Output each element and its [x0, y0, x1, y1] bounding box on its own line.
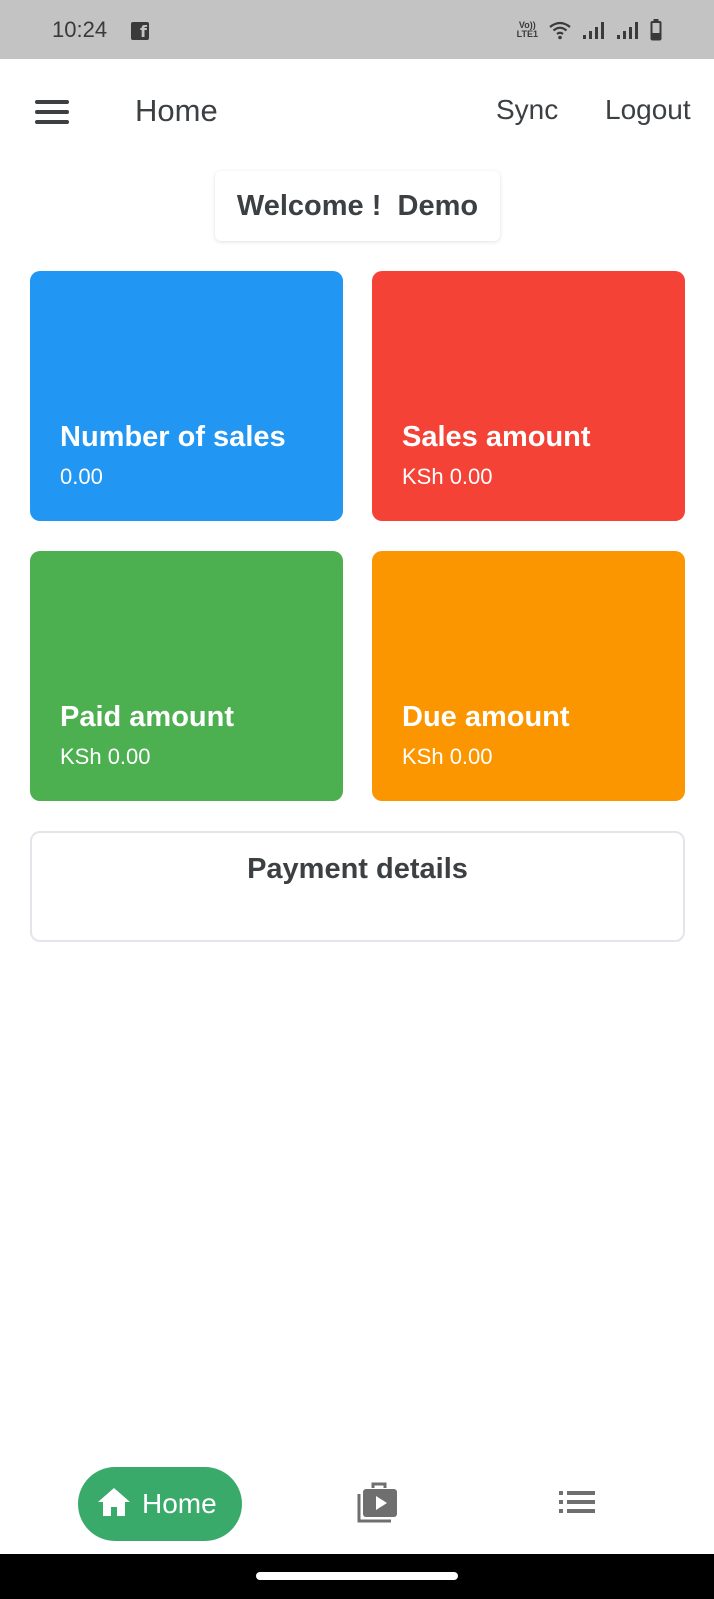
bottom-nav: Home [0, 1450, 714, 1554]
logout-button[interactable]: Logout [605, 94, 691, 126]
signal-icon [582, 20, 606, 40]
facebook-icon: f [131, 22, 149, 41]
status-time: 10:24 [52, 17, 108, 42]
wifi-icon [548, 20, 572, 40]
list-icon[interactable] [559, 1489, 595, 1520]
app-bar: Home Sync Logout [0, 59, 714, 165]
card-value: 0.00 [60, 464, 103, 489]
card-title: Paid amount [60, 701, 235, 733]
payment-details-panel: Payment details [30, 831, 685, 942]
nav-home-button[interactable]: Home [78, 1467, 242, 1541]
page-title: Home [135, 93, 218, 128]
volte-indicator: Vo)) LTE1 [517, 21, 538, 39]
card-value: KSh 0.00 [402, 744, 493, 769]
card-value: KSh 0.00 [402, 464, 493, 489]
card-title: Number of sales [60, 421, 286, 453]
home-icon [96, 1486, 132, 1523]
battery-icon [650, 19, 662, 41]
status-bar: 10:24 f Vo)) LTE1 [0, 0, 714, 59]
sync-button[interactable]: Sync [496, 94, 558, 126]
signal-icon-2 [616, 20, 640, 40]
card-title: Sales amount [402, 421, 591, 453]
paid-amount-card[interactable]: Paid amount KSh 0.00 [30, 551, 343, 801]
products-icon[interactable] [357, 1482, 401, 1529]
payment-details-title: Payment details [247, 853, 468, 885]
card-title: Due amount [402, 701, 570, 733]
sales-count-card[interactable]: Number of sales 0.00 [30, 271, 343, 521]
volte-bottom: LTE1 [516, 29, 538, 39]
due-amount-card[interactable]: Due amount KSh 0.00 [372, 551, 685, 801]
sales-amount-card[interactable]: Sales amount KSh 0.00 [372, 271, 685, 521]
card-value: KSh 0.00 [60, 744, 151, 769]
gesture-home-handle[interactable] [256, 1572, 458, 1580]
welcome-banner: Welcome ! Demo [215, 171, 500, 241]
menu-icon[interactable] [35, 100, 69, 124]
status-icons: Vo)) LTE1 [517, 16, 662, 44]
system-nav-bar [0, 1554, 714, 1599]
nav-home-label: Home [142, 1488, 217, 1519]
